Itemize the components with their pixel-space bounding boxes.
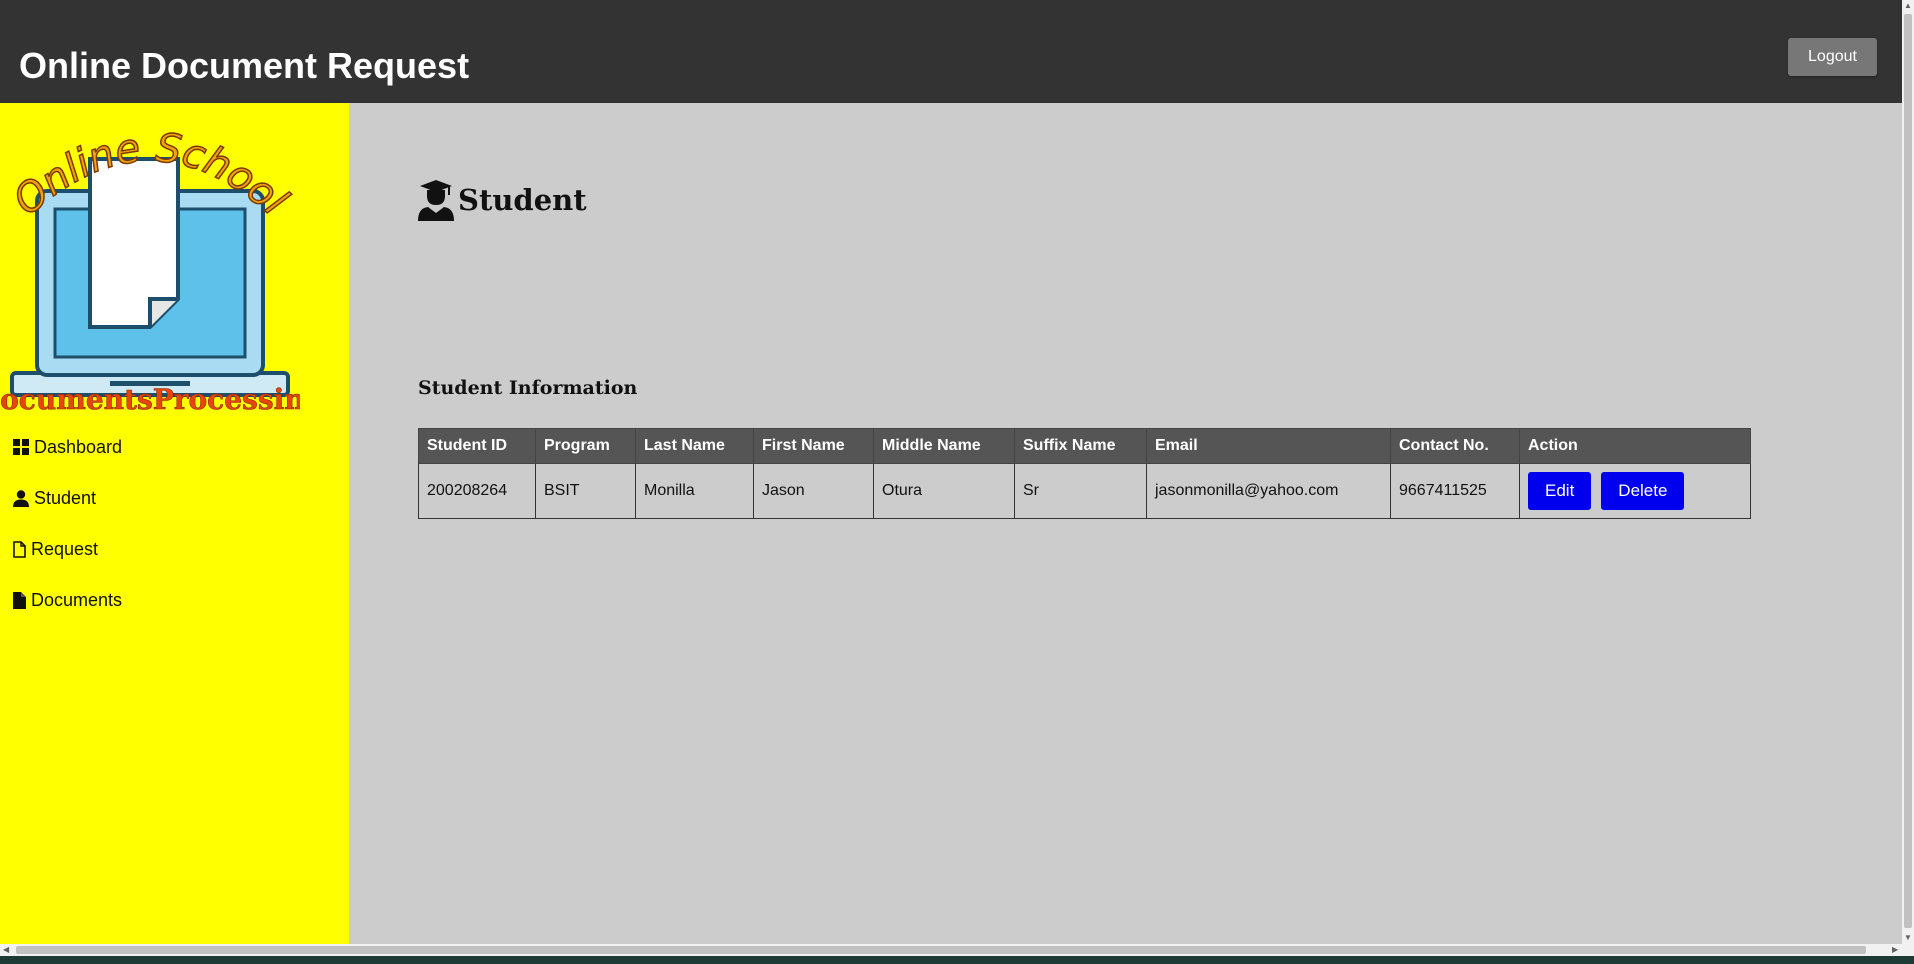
column-header-action: Action: [1519, 428, 1751, 464]
cell-last-name: Monilla: [635, 463, 754, 519]
cell-suffix-name: Sr: [1014, 463, 1147, 519]
sidebar-item-documents[interactable]: Documents: [13, 586, 122, 614]
scroll-up-arrow-icon[interactable]: ▲: [1904, 0, 1912, 12]
section-title: Student Information: [418, 377, 638, 399]
cell-contact-no: 9667411525: [1390, 463, 1520, 519]
page-title: Student: [418, 178, 587, 222]
column-header-first-name: First Name: [753, 428, 874, 464]
horizontal-scrollbar[interactable]: ◀ ▶: [0, 944, 1914, 956]
top-bar: Online Document Request Logout: [0, 0, 1902, 103]
cell-email: jasonmonilla@yahoo.com: [1146, 463, 1391, 519]
sidebar-item-student[interactable]: Student: [13, 484, 96, 512]
table-header-row: Student ID Program Last Name First Name …: [418, 428, 1751, 464]
cell-program: BSIT: [535, 463, 636, 519]
sidebar-item-request[interactable]: Request: [13, 535, 98, 563]
logout-button[interactable]: Logout: [1788, 38, 1877, 76]
file-solid-icon: [13, 591, 26, 609]
sidebar-item-dashboard[interactable]: Dashboard: [13, 433, 122, 461]
student-table: Student ID Program Last Name First Name …: [418, 428, 1751, 519]
school-logo: Online School DocumentsProcessing: [0, 127, 300, 413]
main-content: [349, 103, 1902, 944]
app-title: Online Document Request: [19, 45, 470, 86]
graduate-icon: [418, 180, 454, 221]
cell-middle-name: Otura: [873, 463, 1015, 519]
dashboard-grid-icon: [13, 439, 29, 455]
horizontal-scroll-thumb[interactable]: [16, 946, 1866, 954]
column-header-student-id: Student ID: [418, 428, 536, 464]
edit-button[interactable]: Edit: [1528, 472, 1592, 510]
column-header-email: Email: [1146, 428, 1391, 464]
column-header-middle-name: Middle Name: [873, 428, 1015, 464]
scroll-left-arrow-icon[interactable]: ◀: [3, 944, 9, 956]
cell-first-name: Jason: [753, 463, 874, 519]
sidebar: Online School DocumentsProcessing Dashbo…: [0, 103, 349, 944]
logo-bottom-text: DocumentsProcessing: [0, 383, 300, 413]
cell-student-id: 200208264: [418, 463, 536, 519]
vertical-scroll-thumb[interactable]: [1904, 14, 1912, 928]
column-header-last-name: Last Name: [635, 428, 754, 464]
vertical-scrollbar[interactable]: ▲ ▼: [1902, 0, 1914, 944]
user-icon: [13, 489, 29, 507]
file-outline-icon: [13, 540, 26, 558]
table-row: 200208264 BSIT Monilla Jason Otura Sr ja…: [418, 463, 1751, 519]
scroll-down-arrow-icon[interactable]: ▼: [1904, 932, 1912, 944]
column-header-program: Program: [535, 428, 636, 464]
scroll-right-arrow-icon[interactable]: ▶: [1892, 944, 1898, 956]
column-header-suffix-name: Suffix Name: [1014, 428, 1147, 464]
sidebar-item-label: Dashboard: [34, 436, 123, 457]
cell-action: Edit Delete: [1519, 463, 1751, 519]
column-header-contact-no: Contact No.: [1390, 428, 1520, 464]
sidebar-item-label: Request: [31, 538, 99, 559]
delete-button[interactable]: Delete: [1601, 472, 1685, 510]
taskbar-strip: [0, 956, 1914, 964]
sidebar-item-label: Documents: [31, 589, 123, 610]
page-title-text: Student: [458, 183, 587, 217]
sidebar-item-label: Student: [34, 487, 97, 508]
